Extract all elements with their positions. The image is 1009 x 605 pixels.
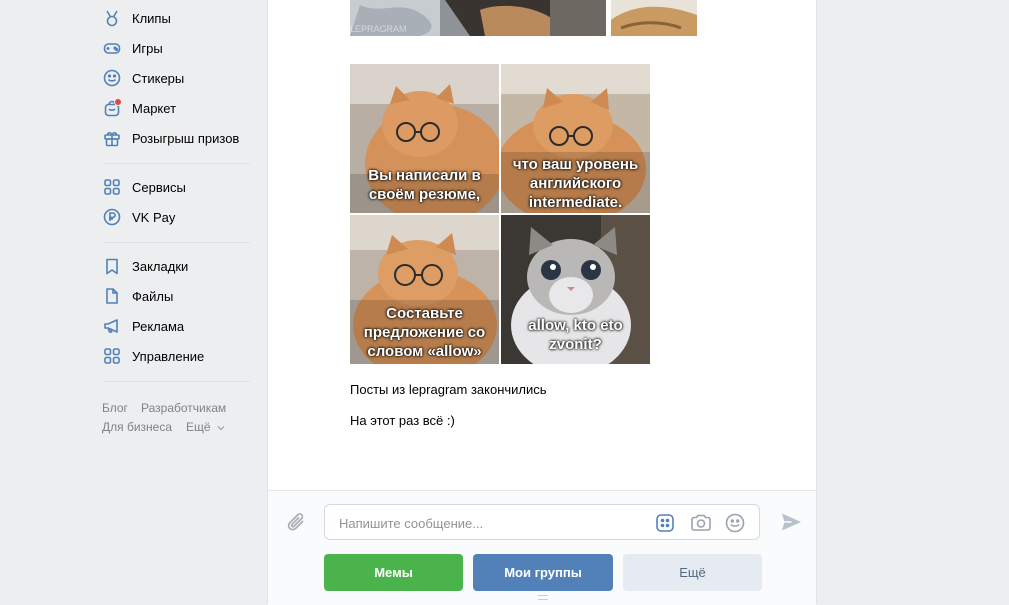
sidebar-item-bookmarks[interactable]: Закладки [102, 251, 188, 281]
sidebar-item-label: Файлы [132, 288, 174, 304]
post-text: На этот раз всё :) [350, 413, 455, 428]
sidebar-item-vkpay[interactable]: VK Pay [102, 202, 175, 232]
notification-dot [114, 98, 122, 106]
message-composer: Мемы Мои группы Ещё [268, 490, 816, 605]
smile-icon [102, 68, 122, 88]
camera-icon[interactable] [690, 513, 712, 538]
sidebar-item-label: Управление [132, 348, 205, 364]
gamepad-icon [102, 38, 122, 58]
message-input-box[interactable] [324, 504, 760, 541]
chevron-down-icon [217, 426, 225, 431]
more-button[interactable]: Ещё [623, 554, 762, 591]
bot-keyboard-icon[interactable] [655, 513, 675, 538]
meme-photo[interactable]: что ваш уровень английского intermediate… [501, 64, 650, 213]
sidebar-item-manage[interactable]: Управление [102, 341, 204, 371]
left-sidebar: Клипы Игры Стикеры Маркет Розыгрыш призо… [0, 0, 260, 604]
meme-photo[interactable]: allow, kto eto zvonit? [501, 215, 650, 364]
sidebar-item-services[interactable]: Сервисы [102, 172, 186, 202]
footer-link-business[interactable]: Для бизнеса [102, 420, 172, 434]
send-icon[interactable] [780, 512, 802, 537]
meme-photo[interactable]: Вы написали в своём резюме, [350, 64, 499, 213]
meme-caption: allow, kto eto zvonit? [528, 317, 623, 353]
bag-icon [102, 98, 122, 118]
meme-caption: что ваш уровень английского intermediate… [512, 156, 639, 211]
sidebar-item-giveaway[interactable]: Розыгрыш призов [102, 123, 239, 153]
post-photo[interactable] [611, 0, 697, 36]
meme-caption: Составьте предложение со словом «allow» [363, 305, 486, 360]
sidebar-item-market[interactable]: Маркет [102, 93, 176, 123]
sidebar-item-label: Закладки [132, 258, 189, 274]
my-groups-button[interactable]: Мои группы [473, 554, 613, 591]
post-text: Посты из lepragram закончились [350, 382, 547, 397]
footer-link-blog[interactable]: Блог [102, 401, 128, 415]
sidebar-item-label: Реклама [132, 318, 185, 334]
megaphone-icon [102, 316, 122, 336]
meme-grid: Вы написали в своём резюме, что ваш уров… [350, 64, 650, 364]
services-icon [102, 177, 122, 197]
resize-handle-icon[interactable] [538, 595, 548, 600]
sidebar-item-games[interactable]: Игры [102, 33, 163, 63]
sidebar-item-label: VK Pay [132, 209, 176, 225]
sidebar-item-ads[interactable]: Реклама [102, 311, 184, 341]
sidebar-item-label: Игры [132, 40, 163, 56]
gift-icon [102, 128, 122, 148]
sidebar-item-label: Стикеры [132, 70, 185, 86]
sidebar-item-stickers[interactable]: Стикеры [102, 63, 184, 93]
sidebar-item-label: Клипы [132, 10, 171, 26]
feed-panel: LEPRAGRAM Вы написали в своём резюме, чт… [267, 0, 817, 605]
footer-link-developers[interactable]: Разработчикам [141, 401, 226, 415]
vkpay-icon [102, 207, 122, 227]
manage-icon [102, 346, 122, 366]
message-input[interactable] [337, 505, 641, 541]
footer-link-more[interactable]: Ещё [186, 420, 225, 434]
footer-more-label: Ещё [186, 420, 211, 434]
clips-icon [102, 8, 122, 28]
meme-caption: Вы написали в своём резюме, [368, 167, 481, 203]
sidebar-divider [104, 381, 250, 382]
sidebar-divider [104, 163, 250, 164]
attach-icon[interactable] [286, 511, 308, 540]
sidebar-item-label: Маркет [132, 100, 177, 116]
sidebar-item-files[interactable]: Файлы [102, 281, 173, 311]
meme-photo[interactable]: Составьте предложение со словом «allow» [350, 215, 499, 364]
bookmark-icon [102, 256, 122, 276]
file-icon [102, 286, 122, 306]
sidebar-divider [104, 242, 250, 243]
emoji-icon[interactable] [725, 513, 745, 538]
sidebar-item-clips[interactable]: Клипы [102, 3, 171, 33]
watermark-text: LEPRAGRAM [350, 24, 407, 34]
sidebar-item-label: Сервисы [132, 179, 186, 195]
memes-button[interactable]: Мемы [324, 554, 463, 591]
sidebar-item-label: Розыгрыш призов [132, 130, 240, 146]
post-photo[interactable]: LEPRAGRAM [350, 0, 606, 36]
